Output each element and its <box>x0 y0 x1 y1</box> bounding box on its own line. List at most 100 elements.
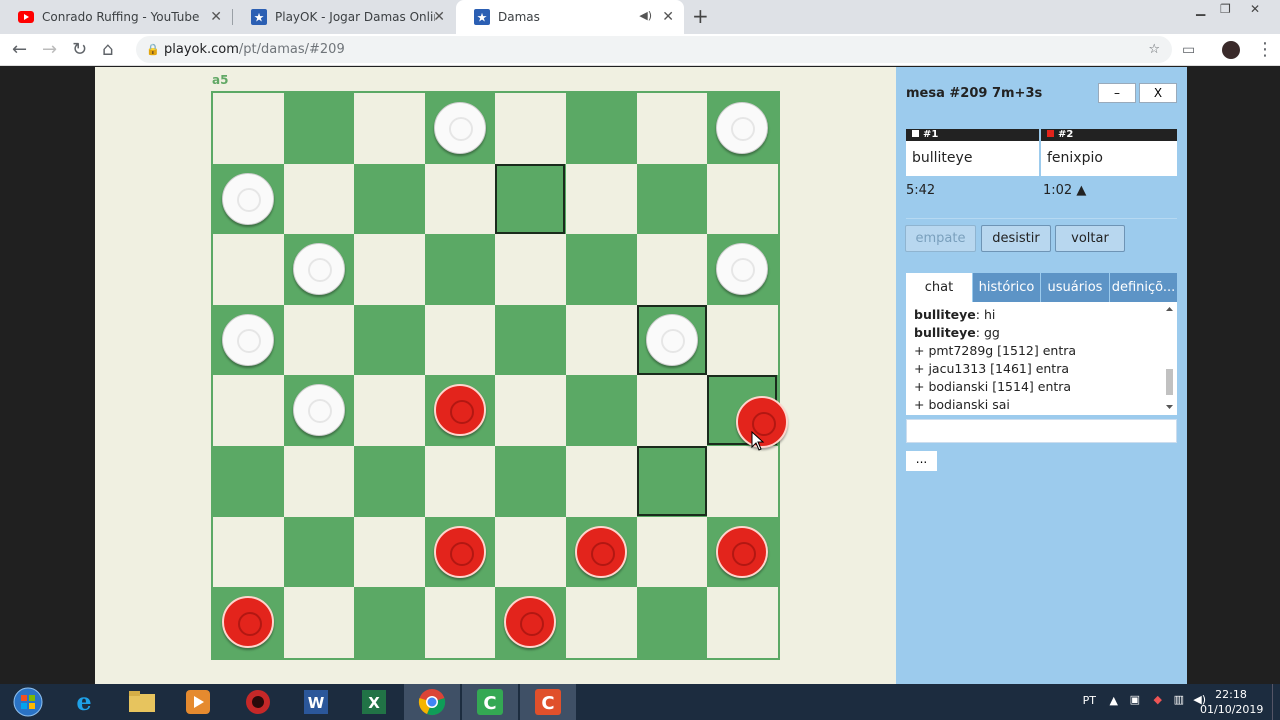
tray-app-icon[interactable]: ◆ <box>1154 693 1162 706</box>
board-square[interactable] <box>283 446 355 517</box>
board-square[interactable] <box>424 304 496 376</box>
show-desktop-button[interactable] <box>1272 684 1280 720</box>
bookmark-star-icon[interactable]: ☆ <box>1148 36 1160 63</box>
tray-chevron-icon[interactable]: ▲ <box>1110 694 1118 707</box>
board-square[interactable] <box>354 375 425 446</box>
chat-log[interactable]: bulliteye: hi bulliteye: gg + pmt7289g [15… <box>906 302 1177 415</box>
cast-icon[interactable]: ▭ <box>1182 42 1195 58</box>
network-icon[interactable]: ▣ <box>1130 693 1140 706</box>
forward-icon[interactable]: → <box>42 39 57 60</box>
board-square[interactable] <box>213 375 284 446</box>
board-square[interactable] <box>213 93 284 164</box>
board-square[interactable] <box>354 446 425 517</box>
white-piece[interactable] <box>645 313 698 366</box>
media-player-icon[interactable] <box>170 684 226 720</box>
more-button[interactable]: ... <box>906 451 937 471</box>
board-square[interactable] <box>495 234 566 305</box>
minimize-button[interactable]: – <box>1098 83 1136 103</box>
white-piece[interactable] <box>222 172 274 225</box>
board-square[interactable] <box>213 234 284 305</box>
board-square[interactable] <box>283 93 355 164</box>
board-square[interactable] <box>354 163 425 235</box>
board-square[interactable] <box>354 516 425 588</box>
board-square[interactable] <box>283 516 355 588</box>
clock-time[interactable]: 22:18 <box>1206 688 1256 701</box>
board-square[interactable] <box>424 587 496 658</box>
tab-chat[interactable]: chat <box>906 273 972 302</box>
board-square[interactable] <box>566 304 637 376</box>
reload-icon[interactable]: ↻ <box>72 39 87 60</box>
red-piece[interactable] <box>575 525 627 578</box>
player1-name[interactable]: bulliteye <box>906 141 1039 176</box>
word-icon[interactable]: W <box>288 684 344 720</box>
white-piece[interactable] <box>292 384 345 437</box>
tab-damas[interactable]: ★ Damas ◀) ✕ <box>456 0 684 34</box>
red-piece[interactable] <box>716 525 769 578</box>
usb-icon[interactable]: ▥ <box>1174 693 1184 706</box>
board-square[interactable] <box>424 446 496 517</box>
ie-icon[interactable]: e <box>56 684 112 720</box>
board-square[interactable] <box>566 446 637 517</box>
white-piece[interactable] <box>222 313 274 366</box>
highlighted-square[interactable] <box>495 163 566 234</box>
highlighted-square[interactable] <box>636 446 707 516</box>
board-square[interactable] <box>213 446 284 517</box>
board-square[interactable] <box>566 163 637 235</box>
tab-history[interactable]: histórico <box>973 273 1040 302</box>
camtasia-green-icon[interactable]: C <box>462 684 518 720</box>
board-square[interactable] <box>566 587 637 658</box>
player2-name[interactable]: fenixpio <box>1041 141 1177 176</box>
board-square[interactable] <box>424 163 496 235</box>
minimize-window-icon[interactable]: ▁ <box>1196 2 1205 16</box>
menu-icon[interactable]: ⋮ <box>1256 39 1274 60</box>
undo-button[interactable]: voltar <box>1055 225 1125 252</box>
board-square[interactable] <box>354 93 425 164</box>
board-square[interactable] <box>707 163 778 235</box>
board-square[interactable] <box>213 516 284 588</box>
camtasia-red-icon[interactable]: C <box>520 684 576 720</box>
red-piece[interactable] <box>222 596 274 649</box>
start-button[interactable] <box>0 684 56 720</box>
board-square[interactable] <box>495 516 566 588</box>
board-square[interactable] <box>283 587 355 658</box>
close-tab-icon[interactable]: ✕ <box>433 9 445 25</box>
tab-settings[interactable]: definiçõ... <box>1110 273 1177 302</box>
chat-input[interactable] <box>906 419 1177 443</box>
close-tab-icon[interactable]: ✕ <box>662 9 674 25</box>
file-explorer-icon[interactable] <box>114 684 170 720</box>
resign-button[interactable]: desistir <box>981 225 1051 252</box>
board-square[interactable] <box>354 304 425 376</box>
back-icon[interactable]: ← <box>12 39 27 60</box>
chat-user[interactable]: bulliteye <box>914 307 976 322</box>
tab-users[interactable]: usuários <box>1041 273 1109 302</box>
board-square[interactable] <box>283 163 355 235</box>
chat-user[interactable]: bulliteye <box>914 325 976 340</box>
board-square[interactable] <box>566 375 637 446</box>
board-square[interactable] <box>636 234 708 305</box>
white-piece[interactable] <box>716 243 769 296</box>
board-square[interactable] <box>354 587 425 658</box>
board-square[interactable] <box>636 587 708 658</box>
language-indicator[interactable]: PT <box>1083 694 1096 707</box>
home-icon[interactable]: ⌂ <box>102 39 113 60</box>
draw-button[interactable]: empate <box>905 225 976 252</box>
new-tab-button[interactable]: + <box>692 4 709 28</box>
app-icon[interactable] <box>230 684 286 720</box>
board-square[interactable] <box>566 93 637 164</box>
address-bar[interactable]: 🔒 playok.com/pt/damas/#209 ☆ <box>136 36 1172 63</box>
board-square[interactable] <box>636 375 708 446</box>
white-piece[interactable] <box>433 102 486 154</box>
white-piece[interactable] <box>292 243 345 296</box>
board-square[interactable] <box>707 304 778 376</box>
board-square[interactable] <box>495 93 566 164</box>
speaker-icon[interactable]: ◀) <box>639 9 652 22</box>
chat-scrollbar[interactable] <box>1164 305 1175 411</box>
board-square[interactable] <box>424 234 496 305</box>
board-square[interactable] <box>566 234 637 305</box>
excel-icon[interactable]: X <box>346 684 402 720</box>
board-square[interactable] <box>707 587 778 658</box>
close-button[interactable]: X <box>1139 83 1177 103</box>
board-square[interactable] <box>495 304 566 376</box>
board-square[interactable] <box>283 304 355 376</box>
red-piece[interactable] <box>433 525 486 578</box>
